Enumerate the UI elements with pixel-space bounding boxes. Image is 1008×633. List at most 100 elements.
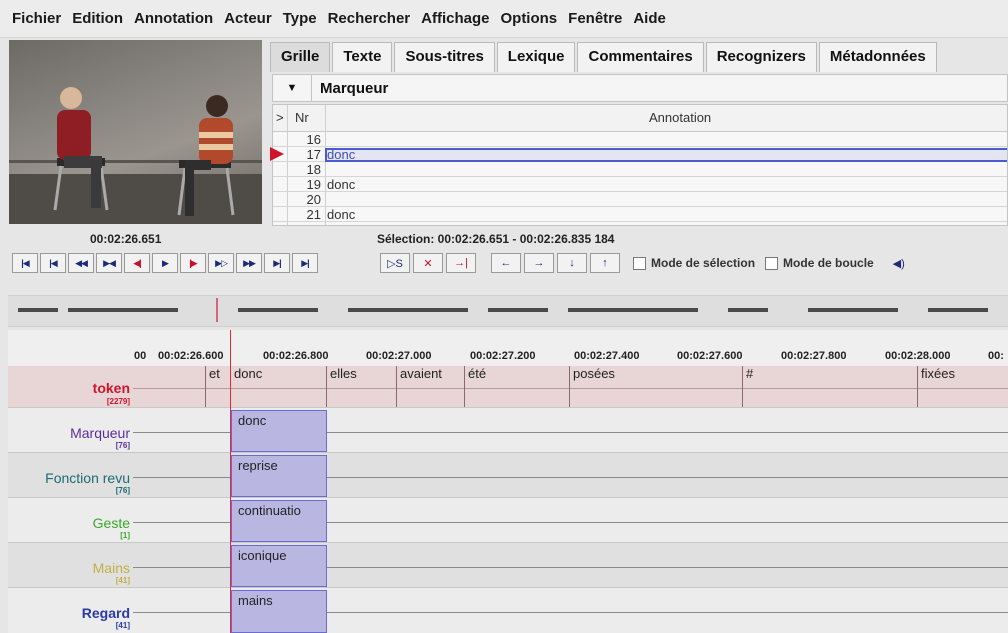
menu-fenetre[interactable]: Fenêtre <box>568 10 622 27</box>
chevron-down-icon[interactable]: ▼ <box>273 75 312 101</box>
previous-scrollview-icon[interactable]: |◀ <box>40 253 66 273</box>
table-row[interactable]: 18 <box>273 163 1007 177</box>
volume-icon[interactable]: ◀) <box>884 253 914 273</box>
menu-type[interactable]: Type <box>283 10 317 27</box>
next-scrollview-icon[interactable]: ▶| <box>264 253 290 273</box>
arrow-down-icon[interactable]: ↓ <box>557 253 587 273</box>
table-row[interactable]: 21 donc <box>273 208 1007 222</box>
menu-edition[interactable]: Edition <box>72 10 123 27</box>
token-annotation[interactable]: elles <box>326 366 396 407</box>
next-second-icon[interactable]: ▶▶ <box>236 253 262 273</box>
tier-count: [76] <box>115 441 130 450</box>
loop-mode-checkbox[interactable]: Mode de boucle <box>765 256 874 270</box>
arrow-right-icon[interactable]: → <box>524 253 554 273</box>
annotation-grid: > Nr Annotation 16 17 donc 18 19 donc 20… <box>272 104 1008 226</box>
row-nr: 21 <box>306 207 321 222</box>
tier-count: [1] <box>120 531 130 540</box>
row-nr: 19 <box>306 177 321 192</box>
tier-name[interactable]: Mains <box>93 560 130 576</box>
tier-name[interactable]: Geste <box>93 515 130 531</box>
tab-recognizers[interactable]: Recognizers <box>705 42 817 72</box>
tier-count: [41] <box>115 576 130 585</box>
tier-name[interactable]: Marqueur <box>70 425 130 441</box>
arrow-up-icon[interactable]: ↑ <box>590 253 620 273</box>
annotation-box[interactable]: continuatio <box>231 500 327 542</box>
table-row[interactable]: 16 <box>273 133 1007 147</box>
video-viewer[interactable] <box>9 40 262 224</box>
go-to-begin-icon[interactable]: |◀ <box>12 253 38 273</box>
go-to-end-icon[interactable]: ▶| <box>292 253 318 273</box>
video-frame-figures <box>53 87 235 216</box>
tab-commentaires[interactable]: Commentaires <box>577 42 704 72</box>
play-pause-icon[interactable]: ▶ <box>152 253 178 273</box>
table-row[interactable]: 19 donc <box>273 178 1007 192</box>
timeline-cursor[interactable] <box>230 330 231 633</box>
selection-mode-checkbox[interactable]: Mode de sélection <box>633 256 755 270</box>
token-annotation[interactable]: fixées <box>917 366 1008 407</box>
token-annotation[interactable]: et <box>205 366 229 407</box>
annotation-box[interactable]: mains <box>231 590 327 633</box>
tier-name[interactable]: Regard <box>82 605 130 621</box>
grid-col-annotation[interactable]: Annotation <box>649 110 711 125</box>
menu-fichier[interactable]: Fichier <box>12 10 61 27</box>
ruler-tick-label: 00:02:26.800 <box>263 350 329 362</box>
token-annotation[interactable]: avaient <box>396 366 464 407</box>
previous-frame-icon[interactable]: ▶◀ <box>96 253 122 273</box>
tier-row-marqueur[interactable]: Marqueur [76] <box>8 408 1008 453</box>
tier-selector[interactable]: ▼ Marqueur <box>272 74 1008 102</box>
menu-affichage[interactable]: Affichage <box>421 10 489 27</box>
ruler-tick-label: 00: <box>988 350 1004 362</box>
table-row[interactable]: 20 <box>273 193 1007 207</box>
tab-lexique[interactable]: Lexique <box>496 42 576 72</box>
next-frame-icon[interactable]: ▶▷ <box>208 253 234 273</box>
token-annotation[interactable]: posées <box>569 366 742 407</box>
loop-mode-label: Mode de boucle <box>783 256 874 270</box>
menu-acteur[interactable]: Acteur <box>224 10 272 27</box>
tab-metadonnees[interactable]: Métadonnées <box>818 42 937 72</box>
token-annotation[interactable]: été <box>464 366 569 407</box>
tier-name[interactable]: Fonction revu <box>45 470 130 486</box>
tab-sous-titres[interactable]: Sous-titres <box>394 42 495 72</box>
media-time: 00:02:26.651 <box>90 232 162 246</box>
previous-second-icon[interactable]: ◀◀ <box>68 253 94 273</box>
annotation-timeline[interactable]: 00 00:02:26.600 00:02:26.800 00:02:27.00… <box>8 330 1008 633</box>
next-pixel-icon[interactable]: |▶ <box>180 253 206 273</box>
annotation-box[interactable]: reprise <box>231 455 327 497</box>
menu-annotation[interactable]: Annotation <box>134 10 213 27</box>
tier-count: [41] <box>115 621 130 630</box>
ruler-tick-label: 00:02:27.800 <box>781 350 847 362</box>
ruler-tick-label: 00:02:26.600 <box>158 350 224 362</box>
tier-row-regard[interactable]: Regard [41] <box>8 588 1008 633</box>
grid-col-marker: > <box>276 110 284 125</box>
tier-row-geste[interactable]: Geste [1] <box>8 498 1008 543</box>
tier-row-mains[interactable]: Mains [41] <box>8 543 1008 588</box>
tab-grille[interactable]: Grille <box>270 42 331 72</box>
selection-boundary-icon[interactable]: →| <box>446 253 476 273</box>
grid-header: > Nr Annotation <box>273 105 1007 132</box>
current-row-arrow-icon <box>270 147 284 161</box>
token-annotation[interactable]: donc <box>230 366 326 407</box>
menu-options[interactable]: Options <box>500 10 557 27</box>
tier-row-token[interactable]: et donc elles avaient été posées # fixée… <box>8 366 1008 408</box>
tier-area-token: et donc elles avaient été posées # fixée… <box>133 366 1008 407</box>
overview-segments <box>8 308 1008 312</box>
tier-row-fonction[interactable]: Fonction revu [76] <box>8 453 1008 498</box>
play-selection-icon[interactable]: ▷S <box>380 253 410 273</box>
checkbox-icon <box>765 256 779 270</box>
arrow-left-icon[interactable]: ← <box>491 253 521 273</box>
clear-selection-icon[interactable]: ✕ <box>413 253 443 273</box>
timeline-overview[interactable] <box>8 295 1008 327</box>
tier-name[interactable]: token <box>93 380 130 396</box>
previous-pixel-icon[interactable]: ◀| <box>124 253 150 273</box>
annotation-box[interactable]: iconique <box>231 545 327 587</box>
tab-texte[interactable]: Texte <box>332 42 393 72</box>
row-nr: 18 <box>306 162 321 177</box>
menu-aide[interactable]: Aide <box>633 10 666 27</box>
row-nr: 16 <box>306 132 321 147</box>
menu-rechercher[interactable]: Rechercher <box>328 10 411 27</box>
token-annotation[interactable]: # <box>742 366 917 407</box>
grid-col-nr[interactable]: Nr <box>295 110 309 125</box>
overview-cursor[interactable] <box>216 298 218 322</box>
menu-bar: Fichier Edition Annotation Acteur Type R… <box>0 0 1008 38</box>
annotation-box[interactable]: donc <box>231 410 327 452</box>
